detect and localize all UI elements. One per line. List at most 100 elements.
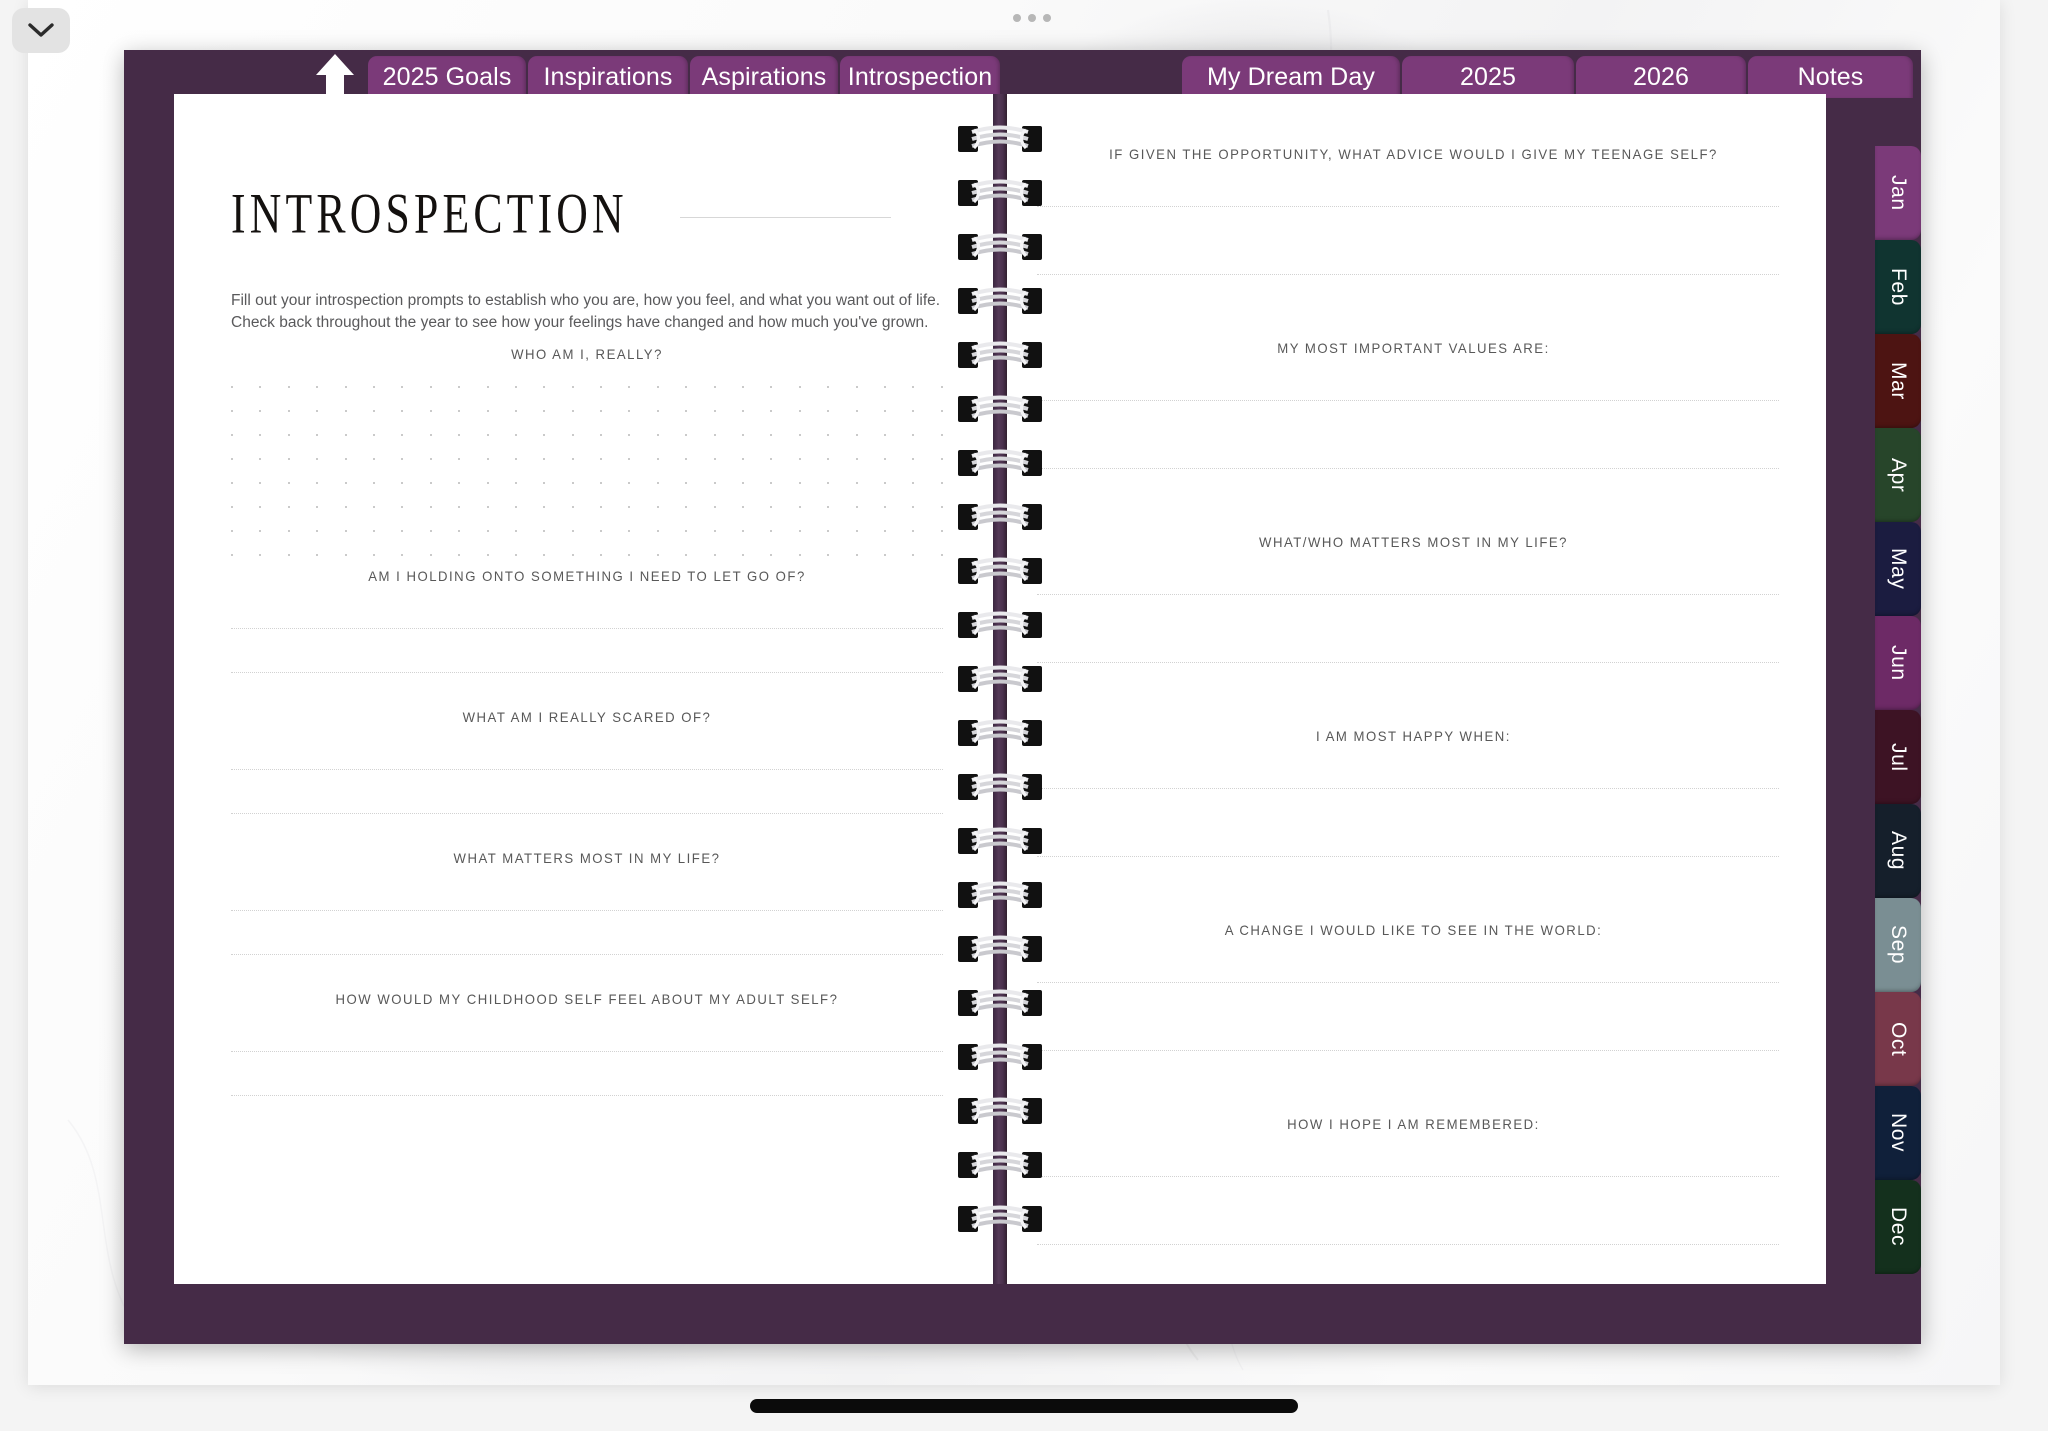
spiral-coil — [958, 1042, 1042, 1072]
three-dots-handle[interactable] — [1013, 14, 1051, 22]
month-tab-dec[interactable]: Dec — [1875, 1180, 1921, 1274]
grid-dot — [429, 386, 432, 388]
collapse-panel-button[interactable] — [12, 8, 70, 53]
grid-dot — [514, 530, 517, 532]
writing-line[interactable] — [231, 628, 943, 629]
grid-dot — [685, 530, 688, 532]
month-tab-aug[interactable]: Aug — [1875, 804, 1921, 898]
tab-aspirations[interactable]: Aspirations — [690, 56, 838, 98]
grid-dot — [628, 434, 631, 436]
grid-dot — [742, 554, 745, 556]
grid-dot — [600, 530, 603, 532]
writing-line[interactable] — [1037, 206, 1779, 207]
writing-line[interactable] — [1037, 1244, 1779, 1245]
writing-line[interactable] — [1037, 788, 1779, 789]
spiral-coil-icon — [958, 989, 1042, 1016]
grid-dot — [940, 482, 943, 484]
writing-line[interactable] — [231, 1051, 943, 1052]
writing-line[interactable] — [1037, 662, 1779, 663]
dot-grid-row — [231, 554, 943, 556]
spiral-coil-icon — [958, 719, 1042, 746]
tab-my-dream-day[interactable]: My Dream Day — [1182, 56, 1400, 98]
grid-dot — [458, 554, 461, 556]
tab-notes[interactable]: Notes — [1748, 56, 1913, 98]
writing-line[interactable] — [231, 910, 943, 911]
grid-dot — [429, 410, 432, 412]
spiral-coil-icon — [958, 125, 1042, 152]
spiral-coil-icon — [958, 1043, 1042, 1070]
month-tab-jul[interactable]: Jul — [1875, 710, 1921, 804]
grid-dot — [486, 530, 489, 532]
writing-line[interactable] — [1037, 274, 1779, 275]
home-indicator-bar — [750, 1399, 1298, 1413]
grid-dot — [458, 410, 461, 412]
grid-dot — [855, 410, 858, 412]
month-tab-sep[interactable]: Sep — [1875, 898, 1921, 992]
writing-line[interactable] — [231, 1095, 943, 1096]
writing-line[interactable] — [1037, 856, 1779, 857]
tab-introspection[interactable]: Introspection — [840, 56, 1000, 98]
grid-dot — [628, 506, 631, 508]
spiral-coil-icon — [958, 557, 1042, 584]
grid-dot — [912, 530, 915, 532]
prompt-who-am-i: WHO AM I, REALLY? — [511, 346, 663, 362]
grid-dot — [259, 458, 262, 460]
month-tab-may[interactable]: May — [1875, 522, 1921, 616]
writing-line[interactable] — [231, 954, 943, 955]
month-tab-feb[interactable]: Feb — [1875, 240, 1921, 334]
month-tab-jan[interactable]: Jan — [1875, 146, 1921, 240]
section-tabs-right-group: My Dream Day 2025 2026 Notes — [1182, 50, 1915, 98]
grid-dot — [458, 434, 461, 436]
month-tab-label: Aug — [1887, 831, 1910, 871]
grid-dot — [827, 458, 830, 460]
dot-grid-row — [231, 386, 943, 388]
writing-line[interactable] — [231, 769, 943, 770]
home-arrow-button[interactable] — [310, 50, 360, 100]
writing-line[interactable] — [1037, 982, 1779, 983]
grid-dot — [742, 434, 745, 436]
grid-dot — [656, 530, 659, 532]
writing-line[interactable] — [1037, 468, 1779, 469]
dot-2 — [1028, 14, 1036, 22]
grid-dot — [713, 410, 716, 412]
grid-dot — [514, 386, 517, 388]
grid-dot — [429, 434, 432, 436]
grid-dot — [685, 554, 688, 556]
grid-dot — [372, 554, 375, 556]
grid-dot — [543, 386, 546, 388]
grid-dot — [231, 458, 233, 460]
spiral-coil-icon — [958, 287, 1042, 314]
grid-dot — [770, 506, 773, 508]
grid-dot — [600, 458, 603, 460]
writing-line[interactable] — [1037, 594, 1779, 595]
tab-label: Notes — [1797, 62, 1864, 91]
month-tab-oct[interactable]: Oct — [1875, 992, 1921, 1086]
writing-line[interactable] — [1037, 1176, 1779, 1177]
spiral-coil-icon — [958, 395, 1042, 422]
prompt-1: AM I HOLDING ONTO SOMETHING I NEED TO LE… — [368, 568, 806, 584]
month-tab-apr[interactable]: Apr — [1875, 428, 1921, 522]
month-tab-label: May — [1887, 548, 1910, 590]
spiral-coil-icon — [958, 1097, 1042, 1124]
month-tab-mar[interactable]: Mar — [1875, 334, 1921, 428]
grid-dot — [571, 482, 574, 484]
writing-line[interactable] — [231, 813, 943, 814]
grid-dot — [486, 410, 489, 412]
month-tab-jun[interactable]: Jun — [1875, 616, 1921, 710]
writing-line[interactable] — [231, 672, 943, 673]
month-tab-nov[interactable]: Nov — [1875, 1086, 1921, 1180]
tab-2026[interactable]: 2026 — [1576, 56, 1746, 98]
tab-inspirations[interactable]: Inspirations — [528, 56, 688, 98]
spiral-coil-icon — [958, 611, 1042, 638]
prompt-right-3: I AM MOST HAPPY WHEN: — [1316, 728, 1511, 744]
grid-dot — [855, 530, 858, 532]
tab-2025[interactable]: 2025 — [1402, 56, 1574, 98]
tab-2025-goals[interactable]: 2025 Goals — [368, 56, 526, 98]
grid-dot — [827, 554, 830, 556]
grid-dot — [571, 434, 574, 436]
writing-line[interactable] — [1037, 1050, 1779, 1051]
grid-dot — [571, 506, 574, 508]
grid-dot — [940, 506, 943, 508]
month-tab-label: Jun — [1887, 645, 1910, 681]
writing-line[interactable] — [1037, 400, 1779, 401]
